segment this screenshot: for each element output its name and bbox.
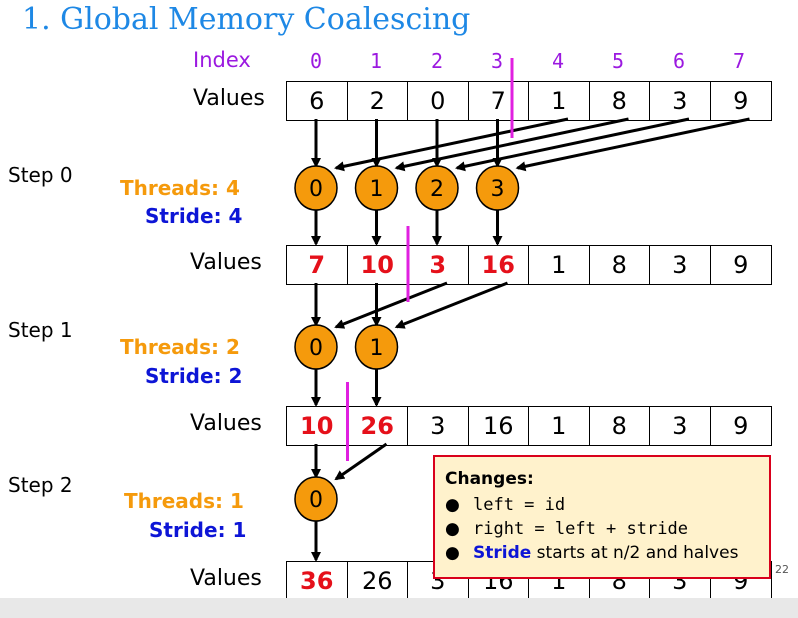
thread-node-id: 3 [491,177,505,202]
slide: 1. Global Memory Coalescing Index 0 1 2 … [0,0,798,618]
thread-node: 0 [294,476,338,522]
changes-item-3-keyword: Stride [473,543,532,563]
arrow-right-operand [334,117,569,172]
thread-node-id: 2 [430,177,444,202]
arrow-right-operand [334,442,388,481]
changes-item-3-text: starts at n/2 and halves [531,543,739,563]
thread-node: 1 [354,165,399,211]
thread-node: 0 [294,165,338,211]
thread-node: 0 [294,324,338,370]
arrow-right-operand [515,117,750,172]
changes-item-1-text: left = id [473,495,566,515]
changes-heading: Changes: [445,469,534,489]
arrow-right-operand [334,281,448,329]
arrow-right-operand [394,281,509,329]
changes-item-3: ● Stride starts at n/2 and halves [445,543,759,563]
changes-item-2-text: right = left + stride [473,519,688,539]
changes-item-2: ● right = left + stride [445,519,759,539]
thread-node: 3 [475,165,520,211]
bullet-icon: ● [445,543,460,563]
thread-node: 1 [354,324,399,370]
bullet-icon: ● [445,519,460,539]
arrow-right-operand [455,117,690,172]
thread-node: 2 [415,165,459,211]
page-number: 22 [775,563,789,576]
changes-callout: Changes: ● left = id ● right = left + stri… [433,455,771,579]
bottom-scroll-bar [0,598,798,618]
bullet-icon: ● [445,495,460,515]
thread-node-id: 0 [309,336,323,361]
changes-item-1: ● left = id [445,495,759,515]
thread-node-id: 0 [309,177,323,202]
thread-node-id: 1 [370,336,384,361]
thread-node-id: 0 [309,488,323,513]
thread-node-id: 1 [370,177,384,202]
